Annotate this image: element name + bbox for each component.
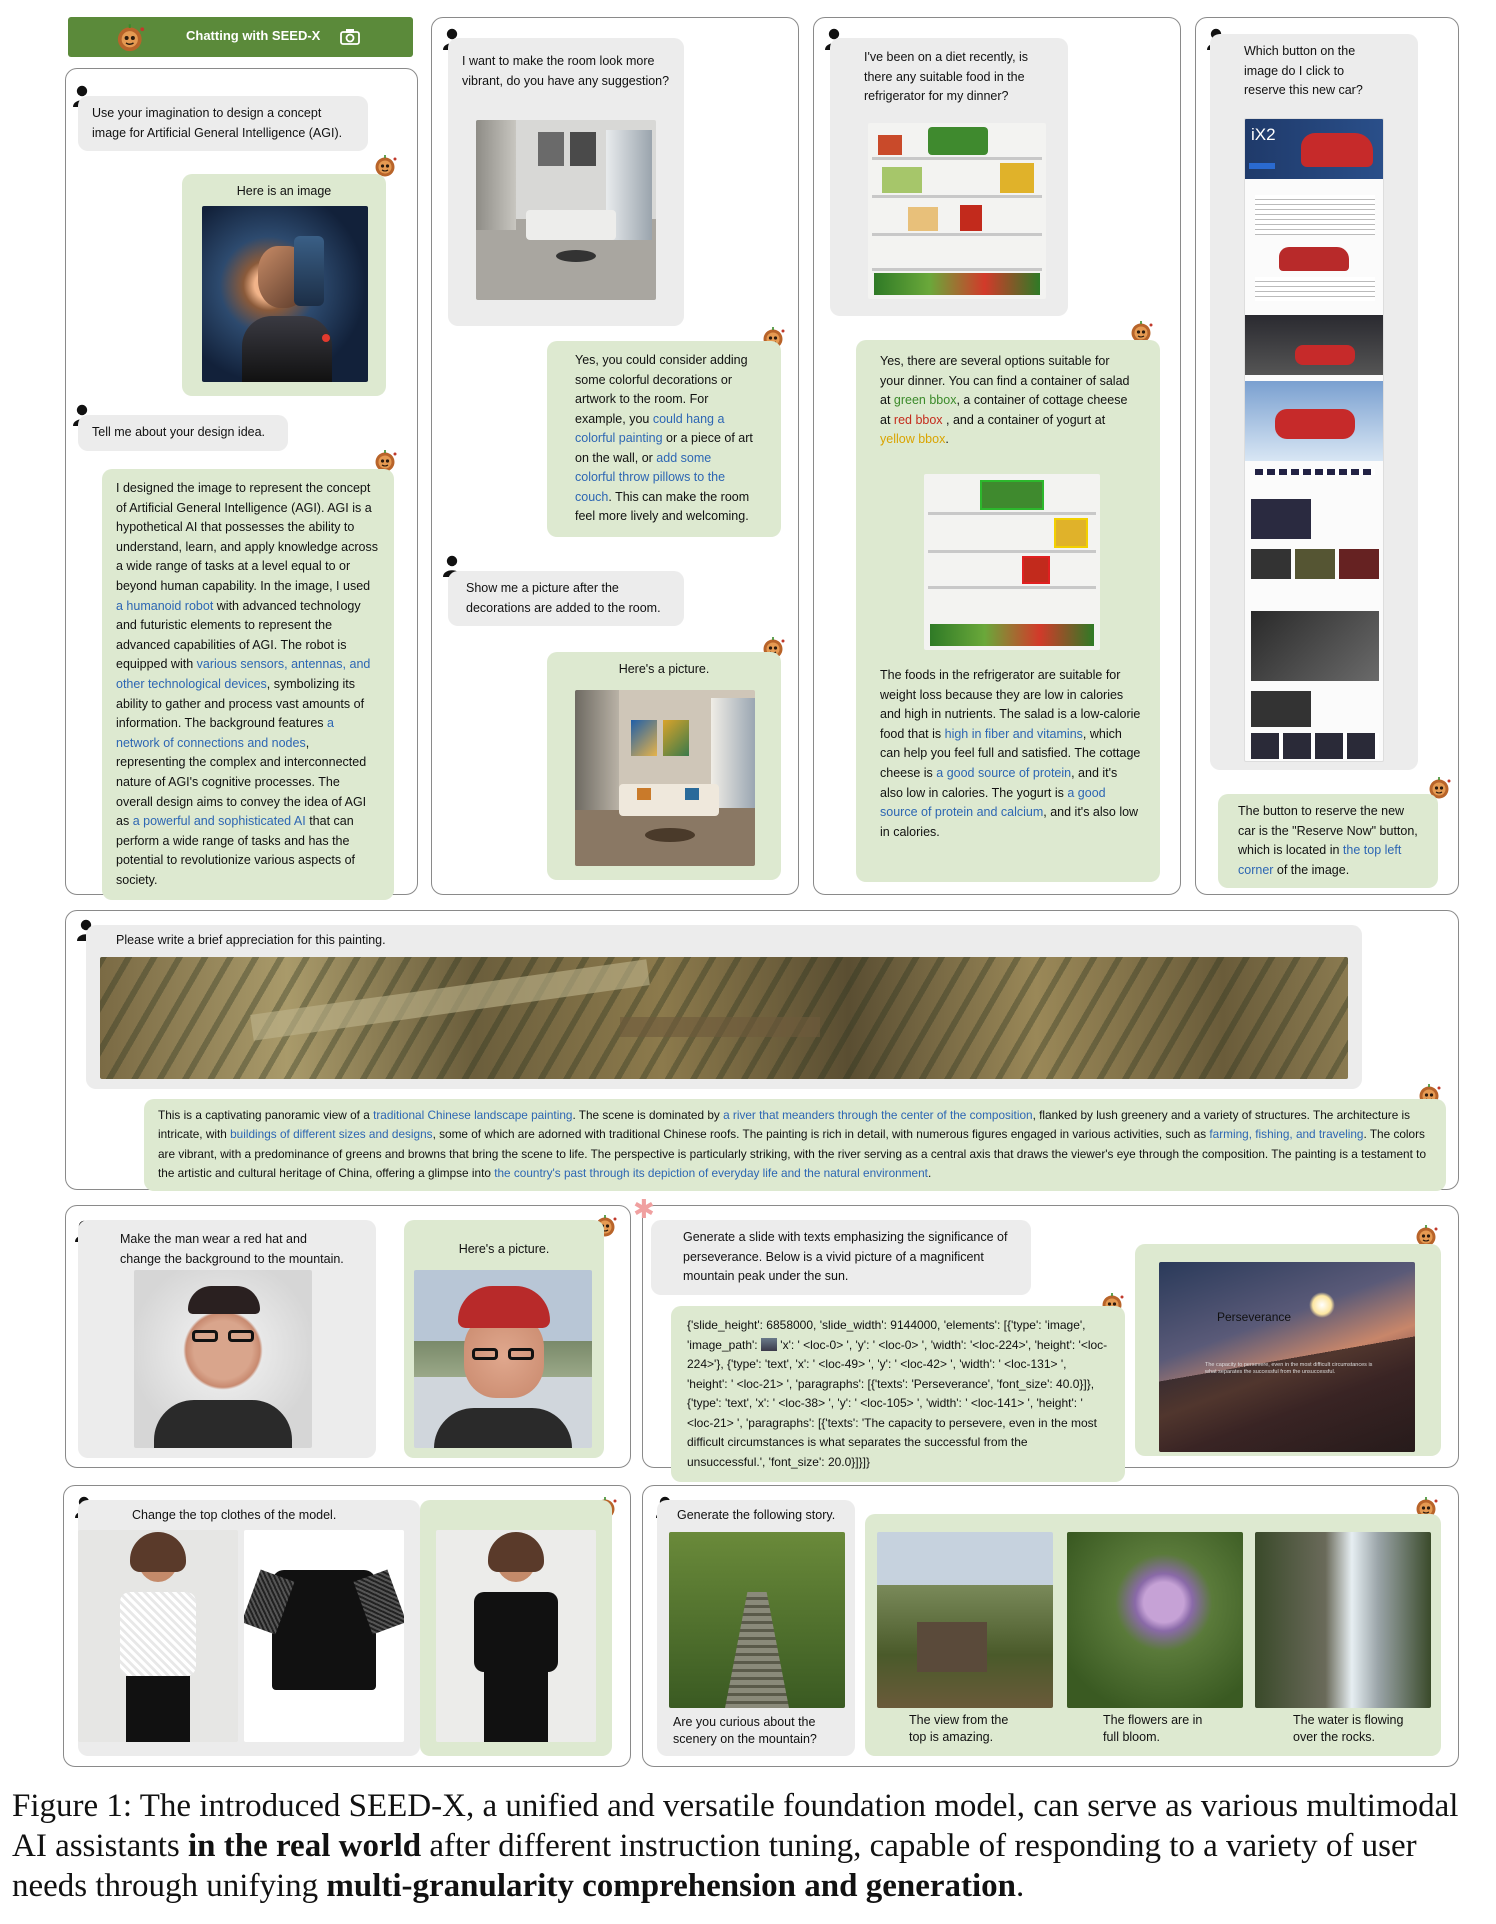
chinese-scroll-painting [100,957,1348,1079]
image-thumbnail-icon [760,1337,777,1351]
bot-message: I designed the image to represent the co… [102,469,394,901]
user-message: Generate a slide with texts emphasizing … [651,1220,1031,1295]
bot-text: Here's a picture. [618,662,710,676]
fridge-image [868,123,1046,299]
text-segment: This is a captivating panoramic view of … [158,1108,374,1122]
car-brand-label: iX2 [1251,125,1276,144]
user-message: I want to make the room look more vibran… [448,38,684,326]
caption-bold-text: multi-granularity comprehension and gene… [326,1868,1017,1904]
text-segment: of the image. [1273,862,1350,877]
highlight-text: a powerful and sophisticated AI [132,814,306,829]
highlight-text: farming, fishing, and traveling [1209,1127,1364,1142]
panel-car: Which button on the image do I click to … [1195,17,1459,895]
text-segment: . [945,432,949,447]
panel-fridge: I've been on a diet recently, is there a… [813,17,1181,895]
user-message: I've been on a diet recently, is there a… [830,38,1068,316]
user-message: Make the man wear a red hat and change t… [78,1220,376,1458]
model-black-top-image [436,1530,596,1742]
bot-message: {'slide_height': 6858000, 'slide_width':… [671,1306,1125,1482]
waterfall-image [1255,1532,1431,1708]
text-segment: , and a container of yogurt at [942,412,1106,427]
panel-redhat: Make the man wear a red hat and change t… [65,1205,631,1468]
user-message: Show me a picture after the decorations … [448,571,684,626]
story-caption: Are you curious about the scenery on the… [673,1715,817,1746]
decorated-room-image [575,690,755,866]
bot-message: The button to reserve the new car is the… [1218,794,1438,888]
code-text: 'x': ' <loc-0> ', 'y': ' <loc-0> ', 'wid… [687,1337,1108,1469]
bot-message: This is a captivating panoramic view of … [144,1099,1446,1191]
panel-painting: Please write a brief appreciation for th… [65,910,1459,1191]
caption-bold-text: in the real world [188,1828,422,1864]
user-text: Which button on the image do I click to … [1244,44,1363,97]
user-message: Use your imagination to design a concept… [78,96,368,151]
panel-agi: Use your imagination to design a concept… [65,68,418,901]
green-bbox-label: green bbox [893,393,957,408]
mountain-stairs-image [669,1532,845,1708]
bot-text: Here is an image [236,184,332,198]
user-message: Change the top clothes of the model. [78,1500,420,1756]
highlight-text: a good source of protein [936,765,1072,780]
highlight-text: traditional Chinese landscape painting [373,1108,573,1122]
bot-text: Here's a picture. [458,1242,550,1256]
yellow-bbox-label: yellow bbox [880,432,946,447]
model-white-top-image [78,1530,238,1742]
story-caption: The view from the top is amazing. [909,1713,1009,1744]
user-text: Make the man wear a red hat and change t… [120,1232,344,1266]
highlight-text: high in fiber and vitamins [944,726,1083,741]
slide-body-text: The capacity to persevere, even in the m… [1205,1362,1373,1375]
bot-message: Here's a picture. [547,652,781,880]
user-text: Change the top clothes of the model. [132,1508,337,1522]
man-red-hat-image [414,1270,592,1448]
story-caption: The water is flowing over the rocks. [1293,1713,1404,1744]
car-webpage-screenshot: iX2 [1244,118,1384,762]
bot-explanation: The foods in the refrigerator are suitab… [880,666,1142,842]
panel-room: I want to make the room look more vibran… [431,17,799,895]
reserve-now-button[interactable] [1249,163,1275,169]
text-segment: , some of which are adorned with traditi… [432,1127,1210,1142]
user-message: Generate the following story. Are you cu… [657,1500,855,1756]
bot-message: Yes, you could consider adding some colo… [547,341,781,537]
panel-clothes: Change the top clothes of the model. [63,1485,631,1767]
black-tshirt-image [244,1530,404,1742]
user-text: Please write a brief appreciation for th… [116,933,386,947]
header-title: Chatting with SEED-X [186,28,321,43]
header-bar: Chatting with SEED-X [68,17,413,57]
user-text: I want to make the room look more vibran… [462,54,670,88]
perseverance-slide-image: Perseverance The capacity to persevere, … [1159,1262,1415,1452]
user-text: Generate the following story. [677,1508,836,1522]
highlight-text: a humanoid robot [116,598,214,613]
flowers-image [1067,1532,1243,1708]
user-message: Please write a brief appreciation for th… [86,925,1362,1089]
bot-message: Here's a picture. [404,1220,604,1458]
room-image [476,120,656,300]
panel-story: Generate the following story. Are you cu… [642,1485,1459,1767]
panel-slide: ✱ Generate a slide with texts emphasizin… [633,1194,1459,1482]
slide-title: Perseverance [1217,1310,1292,1324]
text-segment: I designed the image to represent the co… [116,481,378,593]
figure-caption: Figure 1: The introduced SEED-X, a unifi… [12,1786,1488,1906]
sparkle-icon: ✱ [633,1194,655,1224]
story-caption: The flowers are in full bloom. [1103,1713,1203,1744]
text-segment: . [927,1166,932,1181]
highlight-text: the country's past through its depiction… [494,1166,928,1181]
text-segment: . The scene is dominated by [572,1108,724,1122]
caption-text: . [1016,1868,1025,1904]
bot-message [420,1500,612,1756]
user-text: I've been on a diet recently, is there a… [864,50,1029,103]
highlight-text: a river that meanders through the center… [723,1108,1033,1122]
bot-message: The view from the top is amazing. The fl… [865,1514,1441,1756]
bot-message: Here is an image [182,174,386,396]
camera-icon[interactable] [340,28,360,45]
bot-slide-message: Perseverance The capacity to persevere, … [1135,1244,1441,1456]
man-portrait-image [134,1270,312,1448]
mountain-view-image [877,1532,1053,1708]
red-bbox-label: red bbox [893,412,943,427]
user-message: Which button on the image do I click to … [1210,34,1418,770]
agi-robot-image [202,206,368,382]
bot-message: Yes, there are several options suitable … [856,340,1160,882]
highlight-text: buildings of different sizes and designs [230,1127,433,1142]
seedx-logo-icon [116,23,146,53]
user-message: Tell me about your design idea. [78,415,288,451]
fridge-bbox-image [924,474,1100,650]
